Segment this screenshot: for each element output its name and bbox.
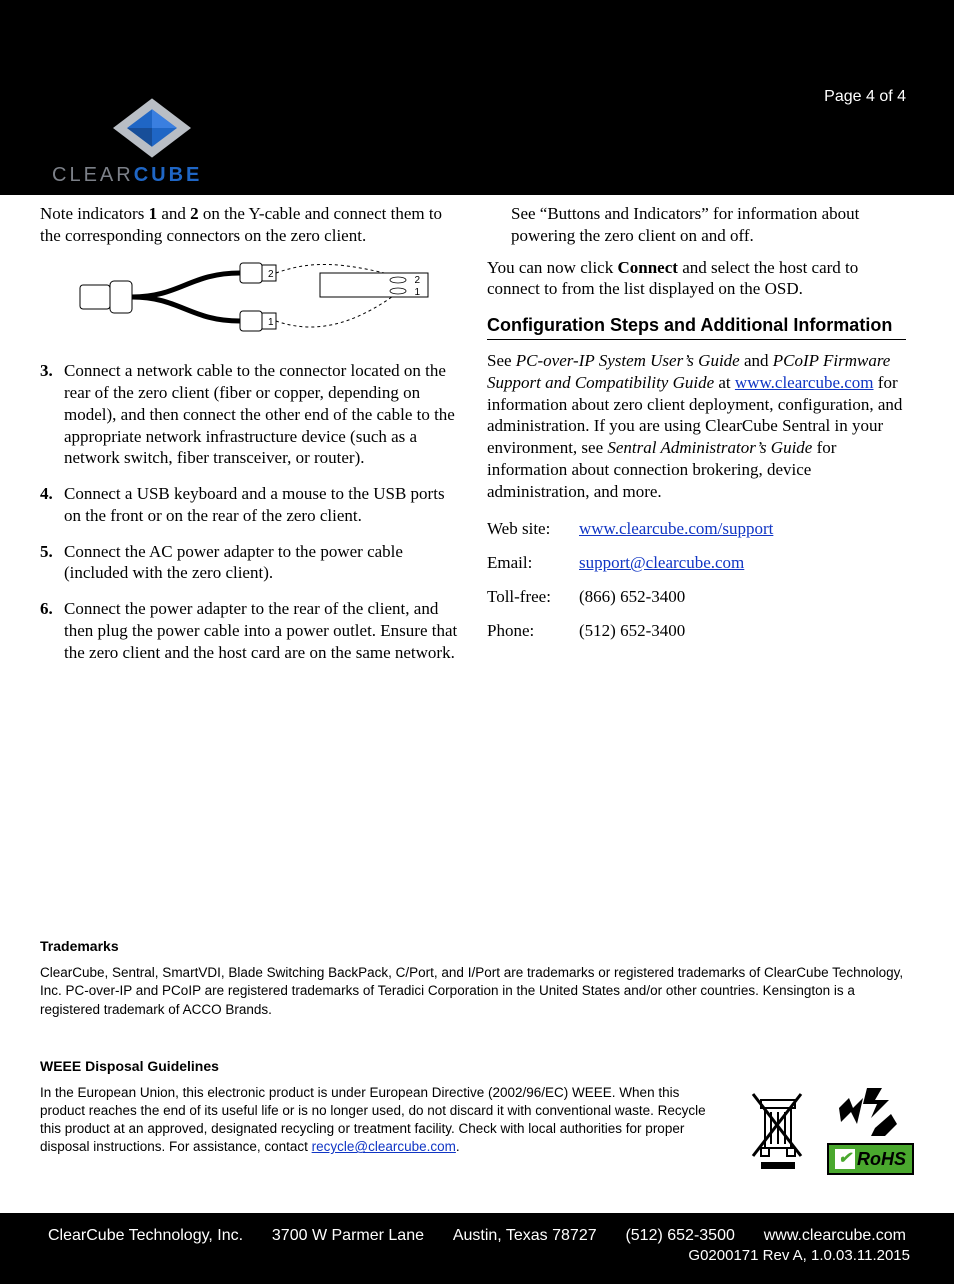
tollfree-value: (866) 652-3400 xyxy=(579,580,783,614)
footer-company: ClearCube Technology, Inc. xyxy=(44,1227,247,1245)
rohs-badge: ✔ RoHS xyxy=(827,1084,914,1176)
contact-table: Web site: www.clearcube.com/support Emai… xyxy=(487,512,783,647)
weee-body: In the European Union, this electronic p… xyxy=(40,1084,727,1157)
trademarks-heading: Trademarks xyxy=(40,937,914,956)
rohs-label: RoHS xyxy=(857,1147,906,1171)
header-band: Page 4 of 4 CLEARCUBE xyxy=(0,0,954,195)
config-paragraph: See PC-over-IP System User’s Guide and P… xyxy=(487,350,906,502)
footer-url: www.clearcube.com xyxy=(760,1227,910,1245)
logo-text: CLEARCUBE xyxy=(52,164,252,187)
footer-band: ClearCube Technology, Inc. 3700 W Parmer… xyxy=(0,1213,954,1284)
phone-value: (512) 652-3400 xyxy=(579,614,783,648)
contact-email-row: Email: support@clearcube.com xyxy=(487,546,783,580)
svg-text:2: 2 xyxy=(268,269,274,280)
website-label: Web site: xyxy=(487,512,579,546)
buttons-indicators-note: See “Buttons and Indicators” for informa… xyxy=(487,203,906,247)
svg-text:2: 2 xyxy=(414,275,420,286)
right-column: See “Buttons and Indicators” for informa… xyxy=(487,203,906,677)
footer-docrev: G0200171 Rev A, 1.0.03.11.2015 xyxy=(44,1247,910,1264)
logo-cube: CUBE xyxy=(134,164,203,186)
contact-phone-row: Phone: (512) 652-3400 xyxy=(487,614,783,648)
clearcube-logo: CLEARCUBE xyxy=(52,98,252,187)
weee-bin-icon xyxy=(747,1090,809,1175)
contact-website-row: Web site: www.clearcube.com/support xyxy=(487,512,783,546)
logo-diamond-icon xyxy=(113,98,191,158)
step-4: 4.Connect a USB keyboard and a mouse to … xyxy=(40,483,459,527)
connect-note: You can now click Connect and select the… xyxy=(487,257,906,301)
clearcube-link[interactable]: www.clearcube.com xyxy=(735,373,874,392)
contact-tollfree-row: Toll-free: (866) 652-3400 xyxy=(487,580,783,614)
recycle-email-link[interactable]: recycle@clearcube.com xyxy=(312,1139,456,1154)
recycle-icon xyxy=(827,1084,907,1138)
page-number: Page 4 of 4 xyxy=(824,88,906,106)
config-heading: Configuration Steps and Additional Infor… xyxy=(487,314,906,340)
footer-phone: (512) 652-3500 xyxy=(621,1227,738,1245)
legal-section: Trademarks ClearCube, Sentral, SmartVDI,… xyxy=(0,937,954,1175)
ycable-figure: 2 1 2 1 xyxy=(70,257,459,343)
email-label: Email: xyxy=(487,546,579,580)
ycable-note: Note indicators 1 and 2 on the Y-cable a… xyxy=(40,203,459,247)
website-link[interactable]: www.clearcube.com/support xyxy=(579,519,773,538)
setup-steps: 3.Connect a network cable to the connect… xyxy=(40,360,459,663)
step-6: 6.Connect the power adapter to the rear … xyxy=(40,598,459,663)
trademarks-block: Trademarks ClearCube, Sentral, SmartVDI,… xyxy=(40,937,914,1019)
svg-text:1: 1 xyxy=(268,317,274,328)
weee-block: WEEE Disposal Guidelines In the European… xyxy=(40,1057,914,1175)
logo-clear: CLEAR xyxy=(52,164,134,186)
left-column: Note indicators 1 and 2 on the Y-cable a… xyxy=(40,203,459,677)
tollfree-label: Toll-free: xyxy=(487,580,579,614)
check-icon: ✔ xyxy=(835,1149,855,1169)
footer-address1: 3700 W Parmer Lane xyxy=(268,1227,428,1245)
svg-text:1: 1 xyxy=(414,287,420,298)
email-link[interactable]: support@clearcube.com xyxy=(579,553,744,572)
step-3: 3.Connect a network cable to the connect… xyxy=(40,360,459,469)
phone-label: Phone: xyxy=(487,614,579,648)
trademarks-body: ClearCube, Sentral, SmartVDI, Blade Swit… xyxy=(40,964,914,1019)
footer-address2: Austin, Texas 78727 xyxy=(449,1227,601,1245)
step-5: 5.Connect the AC power adapter to the po… xyxy=(40,541,459,585)
weee-heading: WEEE Disposal Guidelines xyxy=(40,1057,914,1076)
